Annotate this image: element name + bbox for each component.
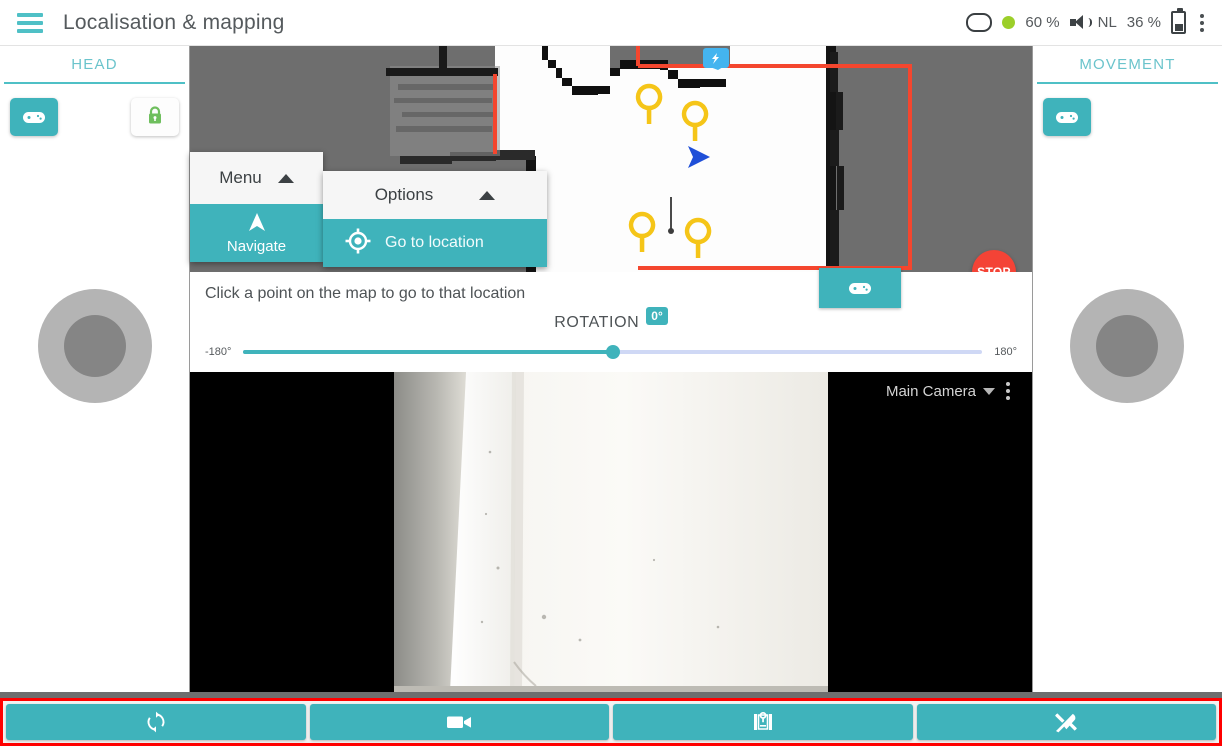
rotation-value-badge: 0° (646, 307, 668, 325)
gamepad-icon (22, 110, 46, 124)
kebab-menu-icon[interactable] (1002, 382, 1018, 400)
language-indicator[interactable]: NL (1098, 14, 1117, 31)
map-icon (752, 711, 774, 733)
options-card-header[interactable]: Options (323, 171, 547, 219)
menu-card-title: Menu (219, 168, 262, 187)
bottom-toolbar (0, 698, 1222, 746)
instruction-text: Click a point on the map to go to that l… (205, 285, 526, 302)
caret-up-icon[interactable] (277, 173, 294, 183)
battery-icon (1171, 8, 1186, 34)
map-button[interactable] (613, 704, 913, 740)
movement-gamepad-button[interactable] (1043, 98, 1091, 136)
head-joystick[interactable] (38, 289, 152, 403)
rotation-min-label: -180° (205, 346, 232, 358)
head-panel-title: HEAD (71, 56, 118, 73)
menu-card-header[interactable]: Menu (190, 152, 323, 204)
rotation-slider-fill (243, 350, 613, 354)
movement-panel-buttons (1033, 84, 1222, 136)
map-gamepad-button[interactable] (819, 268, 901, 308)
options-item-go-to-location[interactable]: Go to location (323, 219, 547, 267)
rotation-header: ROTATION 0° (190, 307, 1032, 332)
application-window: Localisation & mapping 60 % NL 36 % HEAD (0, 0, 1222, 746)
options-card[interactable]: Options Go to location (323, 171, 547, 267)
movement-panel-title: MOVEMENT (1079, 56, 1176, 73)
screen-icon[interactable] (966, 13, 993, 32)
menu-item-navigate[interactable]: Navigate (190, 204, 323, 262)
refresh-icon (145, 711, 167, 733)
head-panel-buttons (0, 84, 189, 136)
refresh-button[interactable] (6, 704, 306, 740)
camera-feed (394, 372, 828, 692)
gamepad-icon (848, 281, 872, 295)
rotation-slider[interactable] (243, 345, 983, 359)
chevron-down-icon[interactable] (983, 387, 995, 395)
app-bar: Localisation & mapping 60 % NL 36 % (0, 0, 1222, 46)
rotation-slider-thumb[interactable] (605, 345, 620, 359)
page-title: Localisation & mapping (63, 10, 285, 34)
screen-brightness-value: 60 % (1025, 14, 1060, 31)
rotation-slider-row: -180° 180° (190, 345, 1032, 359)
caret-up-icon[interactable] (479, 190, 496, 200)
rotation-label: ROTATION (554, 314, 640, 331)
gamepad-icon (1055, 110, 1079, 124)
rotation-max-label: 180° (994, 346, 1017, 358)
battery-level-value: 36 % (1126, 14, 1161, 31)
camera-view[interactable]: Main Camera (190, 372, 1032, 692)
head-gamepad-button[interactable] (10, 98, 58, 136)
tools-button[interactable] (916, 704, 1216, 740)
movement-joystick[interactable] (1070, 289, 1184, 403)
menu-item-label: Navigate (226, 238, 287, 255)
tools-icon (1054, 710, 1078, 734)
camera-source-selector[interactable]: Main Camera (886, 382, 1018, 400)
hamburger-icon[interactable] (17, 12, 43, 33)
lock-icon (146, 105, 164, 130)
head-lock-button[interactable] (131, 98, 179, 136)
camera-source-label: Main Camera (885, 382, 976, 400)
navigate-arrow-icon (246, 211, 268, 237)
menu-card[interactable]: Menu Navigate (190, 152, 323, 262)
charging-station-marker (703, 48, 729, 70)
target-crosshair-icon (345, 228, 371, 259)
green-status-dot (1002, 16, 1016, 29)
options-card-title: Options (374, 185, 434, 204)
status-bar: 60 % NL 36 % (966, 8, 1212, 34)
instruction-panel: Click a point on the map to go to that l… (190, 268, 1032, 372)
kebab-menu-icon[interactable] (1196, 13, 1212, 32)
speaker-icon[interactable] (1069, 15, 1092, 30)
video-camera-icon (446, 713, 472, 731)
record-video-button[interactable] (309, 704, 609, 740)
options-item-label: Go to location (385, 234, 484, 251)
